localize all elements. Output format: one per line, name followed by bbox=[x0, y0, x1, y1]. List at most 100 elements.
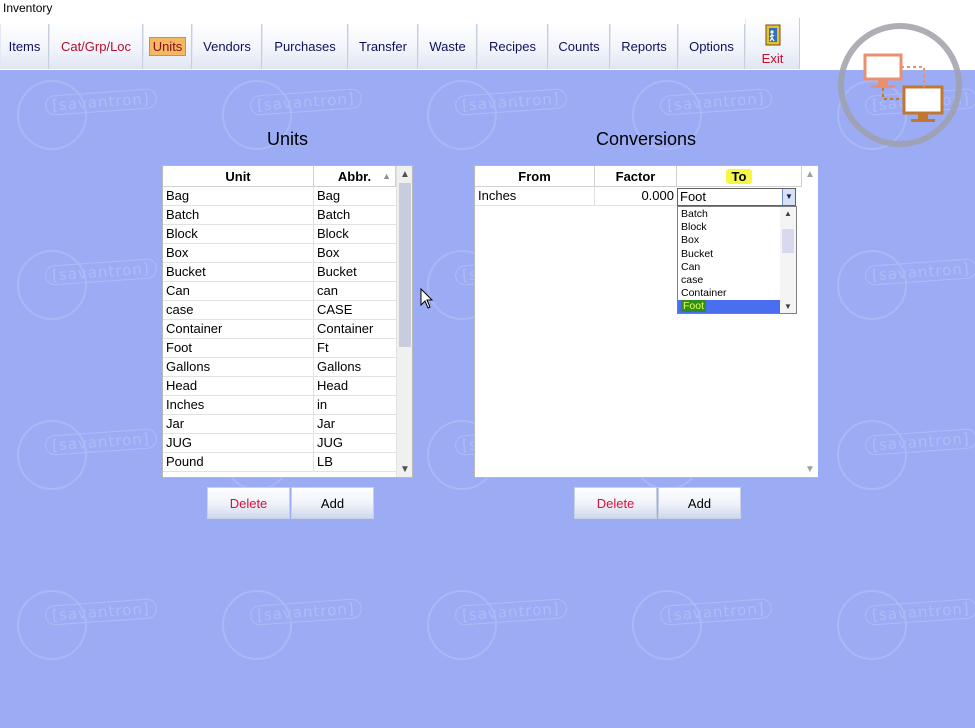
unit-name-cell[interactable]: Batch bbox=[163, 206, 314, 225]
unit-row[interactable]: Gallons Gallons bbox=[163, 358, 396, 377]
menu-waste[interactable]: Waste bbox=[418, 24, 477, 69]
unit-row[interactable]: Foot Ft bbox=[163, 339, 396, 358]
to-option[interactable]: Batch bbox=[678, 208, 780, 221]
menu-items[interactable]: Items bbox=[0, 24, 49, 69]
unit-abbr-cell[interactable]: Head bbox=[314, 377, 396, 396]
unit-row[interactable]: Batch Batch bbox=[163, 206, 396, 225]
dropdown-scrollbar[interactable]: ▲ ▼ bbox=[780, 207, 796, 313]
units-scroll-thumb[interactable] bbox=[399, 183, 411, 347]
to-option-label: case bbox=[681, 274, 704, 286]
to-option-label: Block bbox=[681, 221, 707, 234]
menu-cat-grp-loc[interactable]: Cat/Grp/Loc bbox=[49, 24, 143, 69]
unit-abbr-cell[interactable]: JUG bbox=[314, 434, 396, 453]
unit-name-cell[interactable]: Box bbox=[163, 244, 314, 263]
menu-recipes-label: Recipes bbox=[489, 39, 536, 54]
conv-scroll-up-icon[interactable]: ▲ bbox=[802, 166, 818, 182]
conversion-row[interactable]: Inches 0.000 bbox=[475, 187, 677, 206]
unit-abbr-cell[interactable]: CASE bbox=[314, 301, 396, 320]
unit-row[interactable]: Bucket Bucket bbox=[163, 263, 396, 282]
units-grid[interactable]: Unit Abbr. ▲ Bag Bag Batch Batch Block Block Bo… bbox=[162, 165, 413, 478]
menu-options[interactable]: Options bbox=[678, 24, 745, 69]
to-option-label: Box bbox=[681, 234, 700, 247]
abbr-column-header[interactable]: Abbr. ▲ bbox=[314, 166, 396, 187]
dropdown-arrow-icon[interactable]: ▼ bbox=[782, 189, 795, 205]
menu-units[interactable]: Units bbox=[143, 24, 192, 69]
list-scroll-thumb[interactable] bbox=[782, 229, 794, 253]
unit-abbr-cell[interactable]: Bag bbox=[314, 187, 396, 206]
to-option[interactable]: Foot bbox=[678, 300, 780, 314]
list-scroll-down-icon[interactable]: ▼ bbox=[780, 300, 796, 313]
menu-reports-label: Reports bbox=[621, 39, 667, 54]
to-column-header[interactable]: To bbox=[677, 166, 802, 187]
unit-name-cell[interactable]: Can bbox=[163, 282, 314, 301]
unit-name-cell[interactable]: Jar bbox=[163, 415, 314, 434]
unit-row[interactable]: Block Block bbox=[163, 225, 396, 244]
scroll-up-icon[interactable]: ▲ bbox=[397, 166, 413, 182]
from-cell[interactable]: Inches bbox=[475, 187, 595, 206]
unit-abbr-cell[interactable]: Jar bbox=[314, 415, 396, 434]
unit-name-cell[interactable]: Pound bbox=[163, 453, 314, 472]
unit-name-cell[interactable]: Inches bbox=[163, 396, 314, 415]
unit-abbr-cell[interactable]: Block bbox=[314, 225, 396, 244]
unit-abbr-cell[interactable]: Ft bbox=[314, 339, 396, 358]
unit-abbr-cell[interactable]: can bbox=[314, 282, 396, 301]
to-option[interactable]: Bucket bbox=[678, 248, 780, 261]
unit-abbr-cell[interactable]: in bbox=[314, 396, 396, 415]
unit-abbr-cell[interactable]: Container bbox=[314, 320, 396, 339]
unit-abbr-cell[interactable]: LB bbox=[314, 453, 396, 472]
conv-scroll-down-icon[interactable]: ▼ bbox=[802, 461, 818, 477]
unit-row[interactable]: JUG JUG bbox=[163, 434, 396, 453]
factor-cell[interactable]: 0.000 bbox=[595, 187, 677, 206]
conversions-add-button[interactable]: Add bbox=[658, 487, 741, 519]
unit-row[interactable]: Inches in bbox=[163, 396, 396, 415]
unit-name-cell[interactable]: case bbox=[163, 301, 314, 320]
unit-name-cell[interactable]: Gallons bbox=[163, 358, 314, 377]
to-option[interactable]: case bbox=[678, 274, 780, 287]
unit-name-cell[interactable]: JUG bbox=[163, 434, 314, 453]
unit-row[interactable]: Bag Bag bbox=[163, 187, 396, 206]
to-option[interactable]: Can bbox=[678, 261, 780, 274]
menu-transfer[interactable]: Transfer bbox=[348, 24, 418, 69]
unit-name-cell[interactable]: Head bbox=[163, 377, 314, 396]
unit-name-cell[interactable]: Foot bbox=[163, 339, 314, 358]
unit-name-cell[interactable]: Bag bbox=[163, 187, 314, 206]
unit-row[interactable]: Jar Jar bbox=[163, 415, 396, 434]
to-option-label: Can bbox=[681, 260, 701, 273]
unit-abbr-cell[interactable]: Bucket bbox=[314, 263, 396, 282]
unit-row[interactable]: Pound LB bbox=[163, 453, 396, 472]
to-combobox[interactable]: Foot ▼ bbox=[677, 188, 796, 206]
conversions-delete-button[interactable]: Delete bbox=[574, 487, 657, 519]
menu-purchases[interactable]: Purchases bbox=[262, 24, 348, 69]
unit-row[interactable]: case CASE bbox=[163, 301, 396, 320]
unit-row[interactable]: Container Container bbox=[163, 320, 396, 339]
unit-row[interactable]: Head Head bbox=[163, 377, 396, 396]
unit-row[interactable]: Box Box bbox=[163, 244, 396, 263]
factor-column-header[interactable]: Factor bbox=[595, 166, 677, 187]
unit-abbr-cell[interactable]: Gallons bbox=[314, 358, 396, 377]
menu-reports[interactable]: Reports bbox=[610, 24, 678, 69]
menu-counts[interactable]: Counts bbox=[548, 24, 610, 69]
unit-name-cell[interactable]: Block bbox=[163, 225, 314, 244]
to-option[interactable]: Box bbox=[678, 234, 780, 247]
unit-name-cell[interactable]: Bucket bbox=[163, 263, 314, 282]
unit-abbr-cell[interactable]: Batch bbox=[314, 206, 396, 225]
units-scrollbar[interactable]: ▲ ▼ bbox=[396, 166, 412, 477]
unit-abbr-cell[interactable]: Box bbox=[314, 244, 396, 263]
conversions-scrollbar[interactable]: ▲ ▼ bbox=[802, 166, 818, 477]
unit-name-cell[interactable]: Container bbox=[163, 320, 314, 339]
unit-row[interactable]: Can can bbox=[163, 282, 396, 301]
menu-vendors[interactable]: Vendors bbox=[192, 24, 262, 69]
to-option[interactable]: Container bbox=[678, 287, 780, 300]
units-add-button[interactable]: Add bbox=[291, 487, 374, 519]
from-column-header[interactable]: From bbox=[475, 166, 595, 187]
menu-purchases-label: Purchases bbox=[274, 39, 336, 54]
to-option[interactable]: Block bbox=[678, 221, 780, 234]
to-dropdown-list[interactable]: Batch Block Box Bucket Can case Container Foot … bbox=[677, 206, 797, 314]
menu-exit[interactable]: Exit bbox=[745, 18, 800, 69]
list-scroll-up-icon[interactable]: ▲ bbox=[780, 207, 796, 220]
scroll-down-icon[interactable]: ▼ bbox=[397, 461, 413, 477]
menu-recipes[interactable]: Recipes bbox=[477, 24, 548, 69]
units-delete-button[interactable]: Delete bbox=[207, 487, 290, 519]
unit-column-header[interactable]: Unit bbox=[163, 166, 314, 187]
conversions-grid[interactable]: From Factor To Inches 0.000 Foot ▼ Batch… bbox=[474, 165, 818, 478]
